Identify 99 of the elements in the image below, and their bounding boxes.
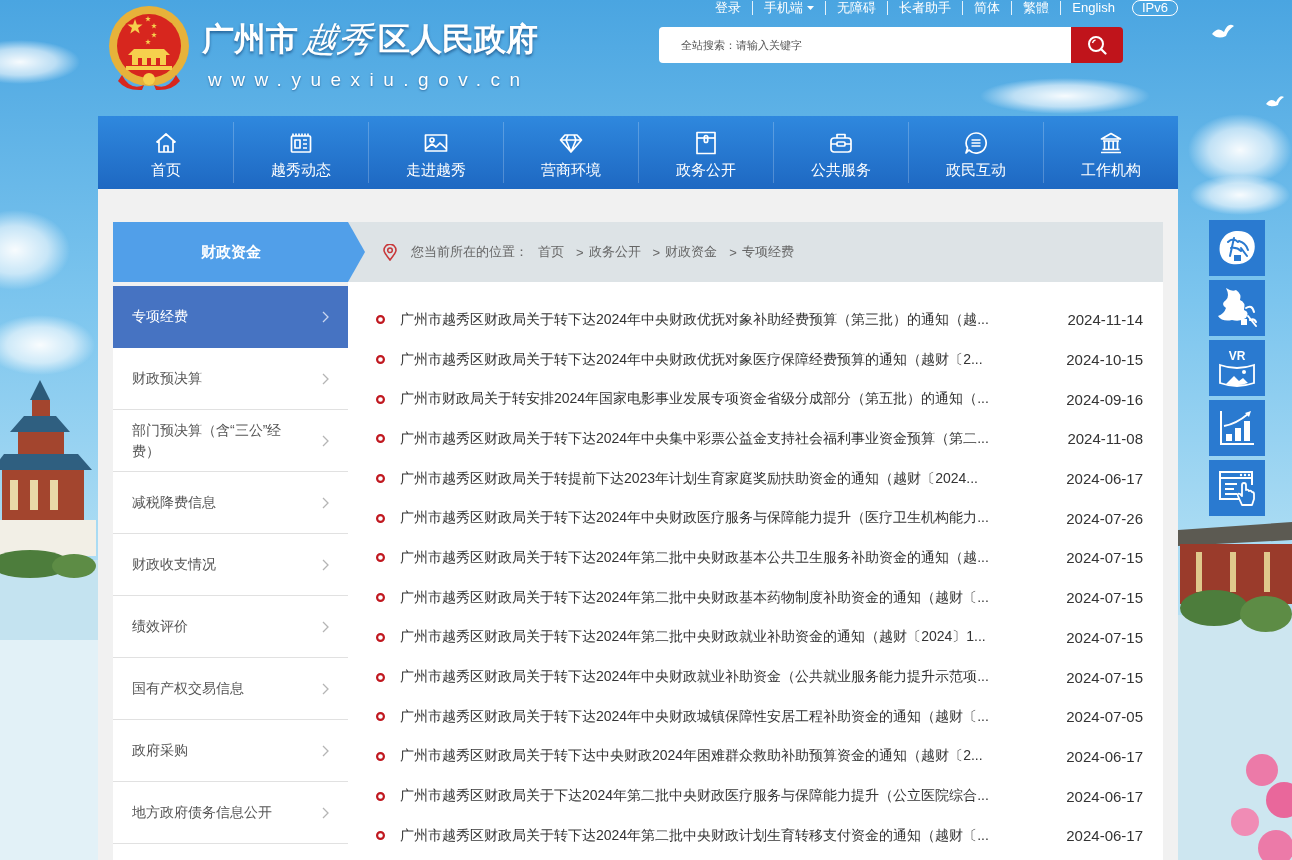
search-field[interactable]: 全站搜索：请输入关键字 (659, 27, 1071, 63)
breadcrumb-separator: > (576, 244, 584, 260)
article-link[interactable]: 广州市越秀区财政局关于转下达2024年中央财政医疗服务与保障能力提升（医疗卫生机构能力... (400, 509, 989, 528)
site-url: www.yuexiu.gov.cn (207, 69, 531, 91)
article-date: 2024-07-15 (1066, 589, 1143, 607)
article-link[interactable]: 广州市财政局关于转安排2024年国家电影事业发展专项资金省级分成部分（第五批）的通知（... (400, 390, 989, 409)
bar-chart-icon (1218, 409, 1256, 447)
nav-tab[interactable]: 工作机构 (1043, 122, 1178, 183)
bullet-icon (376, 632, 385, 642)
nav-tab[interactable]: 营商环境 (503, 122, 638, 183)
sidebar-title: 财政资金 (113, 222, 365, 282)
chevron-right-icon (322, 558, 329, 571)
online-service-button[interactable] (1209, 460, 1265, 516)
panorama-icon (1217, 362, 1257, 387)
bullet-icon (376, 712, 385, 722)
nav-tab[interactable]: 越秀动态 (233, 122, 368, 183)
picture-icon (424, 131, 448, 155)
bullet-icon (376, 593, 385, 603)
nav-tab[interactable]: 公共服务 (773, 122, 908, 183)
article-date: 2024-09-16 (1066, 390, 1143, 408)
briefcase-icon (829, 131, 853, 155)
breadcrumb-link[interactable]: 首页 (538, 243, 564, 261)
nav-tab[interactable]: 走进越秀 (368, 122, 503, 183)
chevron-right-icon (322, 496, 329, 509)
article-link[interactable]: 广州市越秀区财政局关于转下达2024年中央财政就业补助资金（公共就业服务能力提升示范项... (400, 668, 989, 687)
nav-tab[interactable]: 首页 (98, 122, 233, 183)
bullet-icon (376, 831, 385, 841)
chevron-right-icon (322, 372, 329, 385)
bullet-icon (376, 553, 385, 563)
statistics-button[interactable] (1209, 400, 1265, 456)
nav-tab[interactable]: 政民互动 (908, 122, 1043, 183)
emblem-icon (108, 5, 190, 91)
article-link[interactable]: 广州市越秀区财政局关于转下达中央财政2024年困难群众救助补助预算资金的通知（越财〔2... (400, 747, 983, 766)
file-box-icon (694, 131, 718, 155)
article-date: 2024-06-17 (1066, 470, 1143, 488)
chevron-right-icon (322, 434, 329, 447)
breadcrumb-separator: > (729, 244, 737, 260)
article-date: 2024-06-17 (1066, 827, 1143, 845)
nav-tab[interactable]: 政务公开 (638, 122, 773, 183)
touch-screen-icon (1217, 469, 1257, 507)
article-link[interactable]: 广州市越秀区财政局关于下达2024年第二批中央财政医疗服务与保障能力提升（公立医院综合... (400, 787, 989, 806)
search-icon (1087, 35, 1107, 55)
article-date: 2024-11-08 (1067, 430, 1143, 448)
bullet-icon (376, 474, 385, 484)
article-link[interactable]: 广州市越秀区财政局关于转提前下达2023年计划生育家庭奖励扶助资金的通知（越财〔2024... (400, 469, 978, 488)
article-link[interactable]: 广州市越秀区财政局关于转下达2024年中央财政优抚对象医疗保障经费预算的通知（越财〔2... (400, 350, 983, 369)
article-date: 2024-07-15 (1066, 549, 1143, 567)
breadcrumb-link[interactable]: 财政资金 (665, 243, 718, 261)
article-link[interactable]: 广州市越秀区财政局关于转下达2024年中央财政城镇保障性安居工程补助资金的通知（越财〔... (400, 707, 989, 726)
article-date: 2024-07-15 (1066, 668, 1143, 686)
newspaper-icon (289, 131, 313, 155)
bullet-icon (376, 672, 385, 682)
brush-logo-button[interactable] (1209, 220, 1265, 276)
breadcrumb-link[interactable]: 专项经费 (741, 243, 794, 261)
location-pin-icon (383, 243, 397, 261)
chevron-right-icon (322, 620, 329, 633)
ink-splash-logo-icon (1216, 286, 1258, 330)
article-link[interactable]: 广州市越秀区财政局关于转下达2024年第二批中央财政就业补助资金的通知（越财〔2024〕1... (400, 628, 986, 647)
bullet-icon (376, 751, 385, 761)
bird-icon (1212, 24, 1234, 38)
bullet-icon (376, 315, 385, 325)
article-link[interactable]: 广州市越秀区财政局关于转下达2024年第二批中央财政计划生育转移支付资金的通知（越财〔... (400, 826, 989, 845)
columns-building-icon (1099, 131, 1123, 155)
brush-logo-icon (1217, 229, 1257, 267)
diamond-icon (559, 131, 583, 155)
bullet-icon (376, 513, 385, 523)
article-link[interactable]: 广州市越秀区财政局关于转下达2024年中央财政优抚对象补助经费预算（第三批）的通知（越... (400, 310, 989, 329)
home-icon (154, 131, 178, 155)
chevron-right-icon (322, 310, 329, 323)
article-date: 2024-06-17 (1066, 787, 1143, 805)
chevron-right-icon (322, 682, 329, 695)
article-link[interactable]: 广州市越秀区财政局关于转下达2024年中央集中彩票公益金支持社会福利事业资金预算（第二... (400, 429, 989, 448)
article-date: 2024-07-15 (1066, 628, 1143, 646)
government-name: 区人民政府 (378, 20, 538, 59)
chevron-right-icon (322, 806, 329, 819)
article-date: 2024-11-14 (1067, 311, 1143, 329)
breadcrumb-link[interactable]: 政务公开 (588, 243, 641, 261)
city-name: 广州市 (202, 20, 298, 59)
caret-icon (807, 6, 815, 10)
calligraphy-title: 越秀 (301, 19, 375, 59)
breadcrumb-label: 您当前所在的位置： (411, 243, 528, 261)
article-link[interactable]: 广州市越秀区财政局关于转下达2024年第二批中央财政基本药物制度补助资金的通知（越财〔... (400, 588, 989, 607)
article-date: 2024-10-15 (1066, 351, 1143, 369)
sidebar-item[interactable]: 专项经费 (113, 286, 348, 348)
bullet-icon (376, 355, 385, 365)
breadcrumb-separator: > (652, 244, 661, 260)
article-date: 2024-06-17 (1066, 747, 1143, 765)
chat-bubble-icon (964, 131, 988, 155)
bird-icon (1266, 96, 1284, 107)
chevron-right-icon (322, 744, 329, 757)
article-date: 2024-07-05 (1066, 708, 1143, 726)
bullet-icon (376, 394, 385, 404)
search-button[interactable] (1071, 27, 1123, 63)
ink-logo-button[interactable] (1209, 280, 1265, 336)
bullet-icon (376, 791, 385, 801)
article-link[interactable]: 广州市越秀区财政局关于转下达2024年第二批中央财政基本公共卫生服务补助资金的通知（越... (400, 548, 989, 567)
vr-button[interactable]: VR (1209, 340, 1265, 396)
bullet-icon (376, 434, 385, 444)
article-date: 2024-07-26 (1066, 509, 1143, 527)
